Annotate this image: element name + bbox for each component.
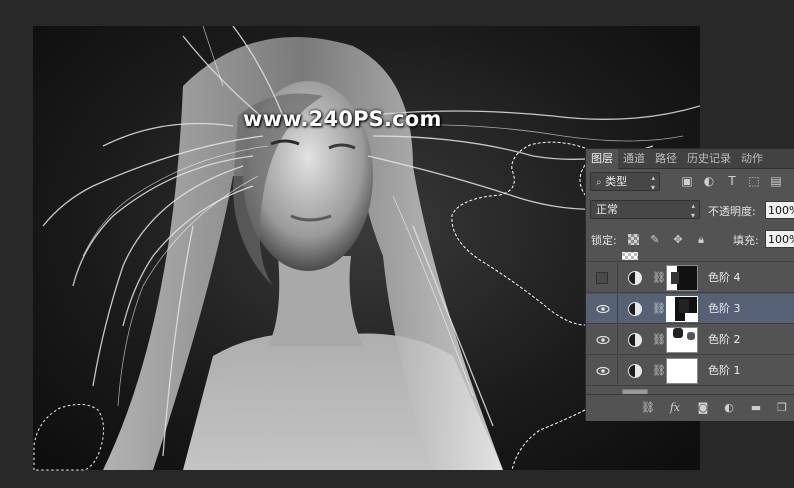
filter-type-dropdown[interactable]: ⌕ 类型 ▴ ▾ [590, 172, 660, 192]
filter-adjustment-icon[interactable]: ◐ [702, 174, 716, 188]
fill-label: 填充: [733, 234, 759, 247]
opacity-input[interactable]: 100% [765, 201, 794, 219]
layer-name[interactable]: 色阶 4 [708, 263, 741, 293]
divider [617, 325, 618, 355]
adjustment-levels-icon [628, 364, 642, 378]
filter-shape-icon[interactable]: ⬚ [747, 174, 761, 188]
visibility-toggle-off[interactable] [596, 272, 608, 284]
lock-brush-icon[interactable]: ✎ [648, 233, 662, 247]
layer-name[interactable]: 色阶 2 [708, 325, 741, 355]
filter-smart-object-icon[interactable]: ▤ [769, 174, 783, 188]
blend-mode-value: 正常 [596, 203, 618, 216]
filter-row: ⌕ 类型 ▴ ▾ ▣ ◐ T ⬚ ▤ [586, 170, 794, 194]
layer-row-levels-3[interactable]: ⛓︎ 色阶 3 [586, 294, 794, 324]
filter-type-label: 类型 [605, 175, 628, 188]
lock-transparent-icon[interactable] [628, 234, 639, 245]
layer-mask-thumbnail[interactable] [666, 265, 698, 291]
divider [617, 263, 618, 293]
tab-actions[interactable]: 动作 [736, 149, 768, 169]
opacity-label: 不透明度: [708, 205, 756, 218]
layer-name[interactable]: 色阶 3 [708, 294, 741, 324]
stepper-down-icon: ▾ [650, 183, 655, 192]
blend-row: 正常 ▴ ▾ 不透明度: 100% [586, 198, 794, 222]
layer-row-partial-bottom[interactable] [586, 387, 794, 394]
tab-history[interactable]: 历史记录 [682, 149, 736, 169]
tab-channels[interactable]: 通道 [618, 149, 650, 169]
link-chain-icon[interactable]: ⛓︎ [652, 270, 666, 286]
layer-row-levels-1[interactable]: ⛓︎ 色阶 1 [586, 356, 794, 386]
eye-icon[interactable] [596, 365, 610, 377]
layer-mask-thumbnail[interactable] [666, 358, 698, 384]
link-chain-icon[interactable]: ⛓︎ [652, 363, 666, 379]
folder-icon[interactable]: ▬ [749, 401, 763, 415]
layer-row-partial[interactable] [586, 252, 794, 262]
layer-name[interactable]: 色阶 1 [708, 356, 741, 386]
watermark-text: www.240PS.com [243, 107, 442, 131]
divider [617, 294, 618, 324]
layer-row-levels-4[interactable]: ⛓︎ 色阶 4 [586, 263, 794, 293]
filter-pixel-icon[interactable]: ▣ [680, 174, 694, 188]
layer-row-levels-2[interactable]: ⛓︎ 色阶 2 [586, 325, 794, 355]
filter-type-icon[interactable]: T [725, 174, 739, 188]
eye-icon[interactable] [596, 334, 610, 346]
layer-mask-thumbnail[interactable] [666, 296, 698, 322]
layer-mask-thumbnail[interactable] [666, 327, 698, 353]
fx-icon[interactable]: fx [668, 401, 682, 415]
fill-input[interactable]: 100% [765, 230, 794, 248]
tab-layers[interactable]: 图层 [586, 149, 618, 169]
link-icon[interactable]: ⛓︎ [641, 401, 655, 415]
lock-row: 锁定: ✎ ✥ 🔒︎ 填充: 100% [586, 226, 794, 254]
panel-tabs: 图层 通道 路径 历史记录 动作 [586, 149, 794, 169]
lock-label: 锁定: [591, 234, 617, 247]
lock-move-icon[interactable]: ✥ [671, 233, 685, 247]
adjustment-levels-icon [628, 271, 642, 285]
adjustment-levels-icon [628, 333, 642, 347]
adjustment-levels-icon [628, 302, 642, 316]
eye-icon[interactable] [596, 303, 610, 315]
panel-footer: ⛓︎ fx ◙ ◐ ▬ ❐ [586, 394, 794, 421]
layer-thumbnail [622, 252, 638, 260]
layers-panel: 图层 通道 路径 历史记录 动作 ⌕ 类型 ▴ ▾ ▣ ◐ T ⬚ ▤ 正常 ▴… [585, 148, 794, 421]
add-mask-icon[interactable]: ◙ [696, 401, 710, 415]
link-chain-icon[interactable]: ⛓︎ [652, 332, 666, 348]
blend-mode-dropdown[interactable]: 正常 ▴ ▾ [590, 200, 700, 220]
tab-paths[interactable]: 路径 [650, 149, 682, 169]
divider [617, 356, 618, 386]
lock-all-icon[interactable]: 🔒︎ [694, 233, 708, 247]
stepper-down-icon: ▾ [690, 211, 695, 220]
search-icon: ⌕ [596, 177, 602, 188]
adjustment-icon[interactable]: ◐ [722, 401, 736, 415]
link-chain-icon[interactable]: ⛓︎ [652, 301, 666, 317]
new-layer-icon[interactable]: ❐ [775, 401, 789, 415]
